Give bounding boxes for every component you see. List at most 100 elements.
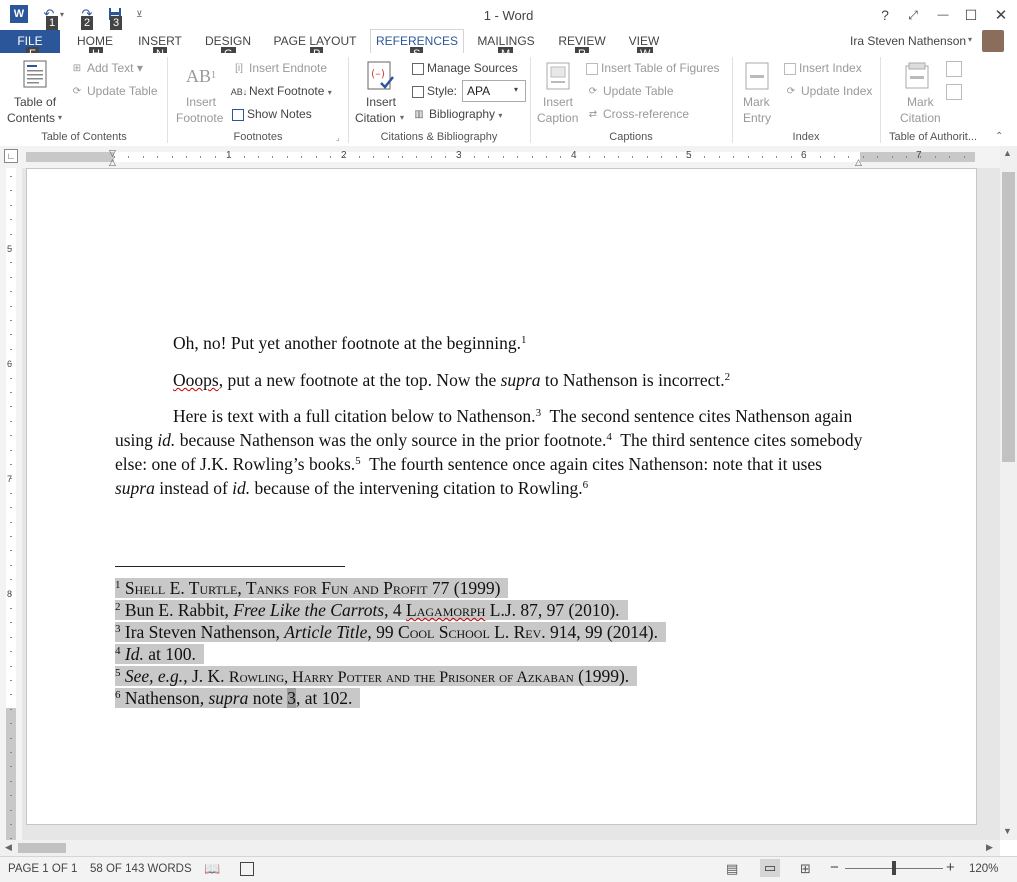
insert-caption-label-1[interactable]: Insert: [543, 95, 573, 109]
scroll-up-icon[interactable]: ▲: [1003, 148, 1012, 158]
footnote-4[interactable]: 4 Id. at 100.: [115, 643, 760, 665]
footnote-2-smallcaps[interactable]: Lagamorph: [406, 600, 485, 620]
footnotes-dialog-launcher-icon[interactable]: ⌟: [336, 133, 340, 142]
update-table-of-authorities-icon[interactable]: [946, 84, 962, 100]
zoom-out-icon[interactable]: −: [830, 859, 839, 876]
tab-selector-icon[interactable]: ∟: [4, 149, 18, 163]
insert-citation-label-2[interactable]: Citation: [355, 111, 396, 125]
footnote-6-field-highlight[interactable]: 3: [287, 688, 296, 708]
ruler-tick: [128, 156, 129, 158]
insert-table-of-figures-button[interactable]: Insert Table of Figures: [586, 61, 720, 75]
vertical-scroll-thumb[interactable]: [1002, 172, 1015, 462]
show-notes-button[interactable]: Show Notes: [232, 107, 312, 121]
bibliography-dropdown-icon[interactable]: ▾: [498, 111, 502, 120]
add-text-button[interactable]: ⊞ Add Text ▾: [70, 61, 143, 76]
mark-citation-icon[interactable]: [904, 61, 934, 91]
document-area[interactable]: Oh, no! Put yet another footnote at the …: [22, 168, 1000, 840]
style-dropdown-icon[interactable]: ▾: [514, 85, 518, 94]
insert-table-of-authorities-icon[interactable]: [946, 61, 962, 77]
footnote-ref-6[interactable]: 6: [583, 479, 589, 491]
mark-entry-icon[interactable]: [742, 61, 772, 91]
avatar[interactable]: [982, 30, 1004, 52]
paragraph-2[interactable]: Ooops, put a new footnote at the top. No…: [173, 368, 863, 392]
footnote-5[interactable]: 5 See, e.g., J. K. Rowling, Harry Potter…: [115, 665, 815, 687]
ruler-tick: [10, 421, 12, 422]
scroll-right-icon[interactable]: ▶: [986, 842, 993, 853]
proofing-icon[interactable]: 📖: [204, 861, 220, 877]
maximize-icon[interactable]: ☐: [958, 4, 984, 26]
mark-citation-label-2[interactable]: Citation: [900, 111, 941, 125]
update-index-button[interactable]: ⟳ Update Index: [784, 84, 873, 99]
word-logo-icon[interactable]: W: [10, 5, 28, 23]
collapse-ribbon-icon[interactable]: ⌃: [995, 131, 1003, 142]
manage-sources-button[interactable]: Manage Sources: [412, 61, 518, 75]
mark-citation-label-1[interactable]: Mark: [907, 95, 934, 109]
page-count[interactable]: PAGE 1 OF 1: [8, 863, 77, 875]
update-table-captions-button[interactable]: ⟳ Update Table: [586, 84, 674, 99]
cross-reference-button[interactable]: ⇄ Cross-reference: [586, 107, 689, 122]
footnote-1[interactable]: 1 Shell E. Turtle, Tanks for Fun and Pro…: [115, 577, 760, 599]
user-dropdown-icon[interactable]: ▾: [968, 35, 972, 44]
ribbon-display-options-icon[interactable]: ⤢: [900, 4, 926, 26]
vertical-scrollbar[interactable]: ▲ ▼: [1000, 146, 1017, 840]
p3-s4c: because of the intervening citation to R…: [250, 478, 583, 498]
footnote-ref-1[interactable]: 1: [521, 334, 527, 346]
footnote-3[interactable]: 3 Ira Steven Nathenson, Article Title, 9…: [115, 621, 760, 643]
bibliography-button[interactable]: ▥ Bibliography ▾: [412, 107, 502, 122]
mark-entry-label-2[interactable]: Entry: [743, 111, 771, 125]
undo-dropdown-icon[interactable]: ▾: [60, 10, 64, 19]
customize-qat-icon[interactable]: ⊻: [136, 9, 143, 20]
print-layout-icon[interactable]: ▭: [760, 859, 780, 877]
right-indent-icon[interactable]: △: [855, 157, 862, 168]
toc-label-2[interactable]: Contents: [7, 111, 55, 125]
word-count[interactable]: 58 OF 143 WORDS: [90, 863, 192, 875]
insert-caption-icon[interactable]: [543, 61, 573, 91]
scroll-down-icon[interactable]: ▼: [1003, 826, 1012, 836]
user-name[interactable]: Ira Steven Nathenson: [850, 34, 966, 48]
paragraph-3[interactable]: Here is text with a full citation below …: [115, 404, 865, 500]
footnote-2[interactable]: 2 Bun E. Rabbit, Free Like the Carrots, …: [115, 599, 760, 621]
p1-text: Oh, no! Put yet another footnote at the …: [173, 333, 521, 353]
toc-label-1[interactable]: Table of: [14, 95, 56, 109]
horizontal-scrollbar[interactable]: ◀ ▶: [0, 840, 1000, 856]
read-mode-icon[interactable]: ▤: [726, 861, 738, 877]
status-bar: PAGE 1 OF 1 58 OF 143 WORDS 📖 ▤ ▭ ⊞ − + …: [0, 856, 1017, 882]
insert-footnote-label-1[interactable]: Insert: [186, 95, 216, 109]
zoom-slider-handle[interactable]: [892, 861, 896, 875]
insert-endnote-button[interactable]: [i] Insert Endnote: [232, 61, 327, 76]
next-footnote-button[interactable]: AB↓ Next Footnote ▾: [231, 84, 332, 99]
insert-citation-dropdown-icon[interactable]: ▾: [400, 113, 404, 122]
footnote-6[interactable]: 6 Nathenson, supra note 3, at 102.: [115, 687, 760, 709]
insert-citation-icon[interactable]: (–): [366, 61, 396, 91]
horizontal-scroll-thumb[interactable]: [18, 843, 66, 853]
zoom-level[interactable]: 120%: [969, 863, 998, 875]
zoom-in-icon[interactable]: +: [946, 859, 955, 876]
horizontal-ruler[interactable]: ∟ ▽ △ △ 1 2 3 4 5 6 7: [0, 146, 1017, 168]
insert-footnote-icon[interactable]: AB 1: [186, 61, 216, 91]
help-icon[interactable]: ?: [872, 4, 898, 26]
insert-index-button[interactable]: Insert Index: [784, 61, 862, 75]
update-table-toc-button[interactable]: ⟳ Update Table: [70, 84, 158, 99]
mark-entry-label-1[interactable]: Mark: [743, 95, 770, 109]
toc-dropdown-icon[interactable]: ▾: [58, 113, 62, 122]
undo-icon[interactable]: ↶: [40, 5, 58, 23]
document-page[interactable]: Oh, no! Put yet another footnote at the …: [26, 168, 977, 825]
scroll-left-icon[interactable]: ◀: [5, 842, 12, 853]
minimize-icon[interactable]: —: [930, 4, 956, 26]
web-layout-icon[interactable]: ⊞: [800, 861, 811, 877]
macro-recording-icon[interactable]: [240, 862, 254, 876]
footnote-ref-2[interactable]: 2: [725, 371, 731, 383]
close-icon[interactable]: ✕: [988, 4, 1014, 26]
p2-misspelled-word[interactable]: Ooops: [173, 370, 219, 390]
insert-caption-label-2[interactable]: Caption: [537, 111, 578, 125]
insert-citation-label-1[interactable]: Insert: [366, 95, 396, 109]
hanging-indent-icon[interactable]: △: [109, 157, 116, 168]
table-of-contents-icon[interactable]: [20, 59, 50, 89]
insert-footnote-label-2[interactable]: Footnote: [176, 111, 223, 125]
paragraph-1[interactable]: Oh, no! Put yet another footnote at the …: [173, 331, 863, 355]
style-select[interactable]: APA ▾: [462, 80, 526, 102]
next-footnote-dropdown-icon[interactable]: ▾: [328, 88, 332, 97]
ruler-tick: [10, 190, 12, 191]
vertical-ruler[interactable]: 5 6 7 8: [0, 168, 22, 840]
ruler-tick: [10, 594, 12, 595]
